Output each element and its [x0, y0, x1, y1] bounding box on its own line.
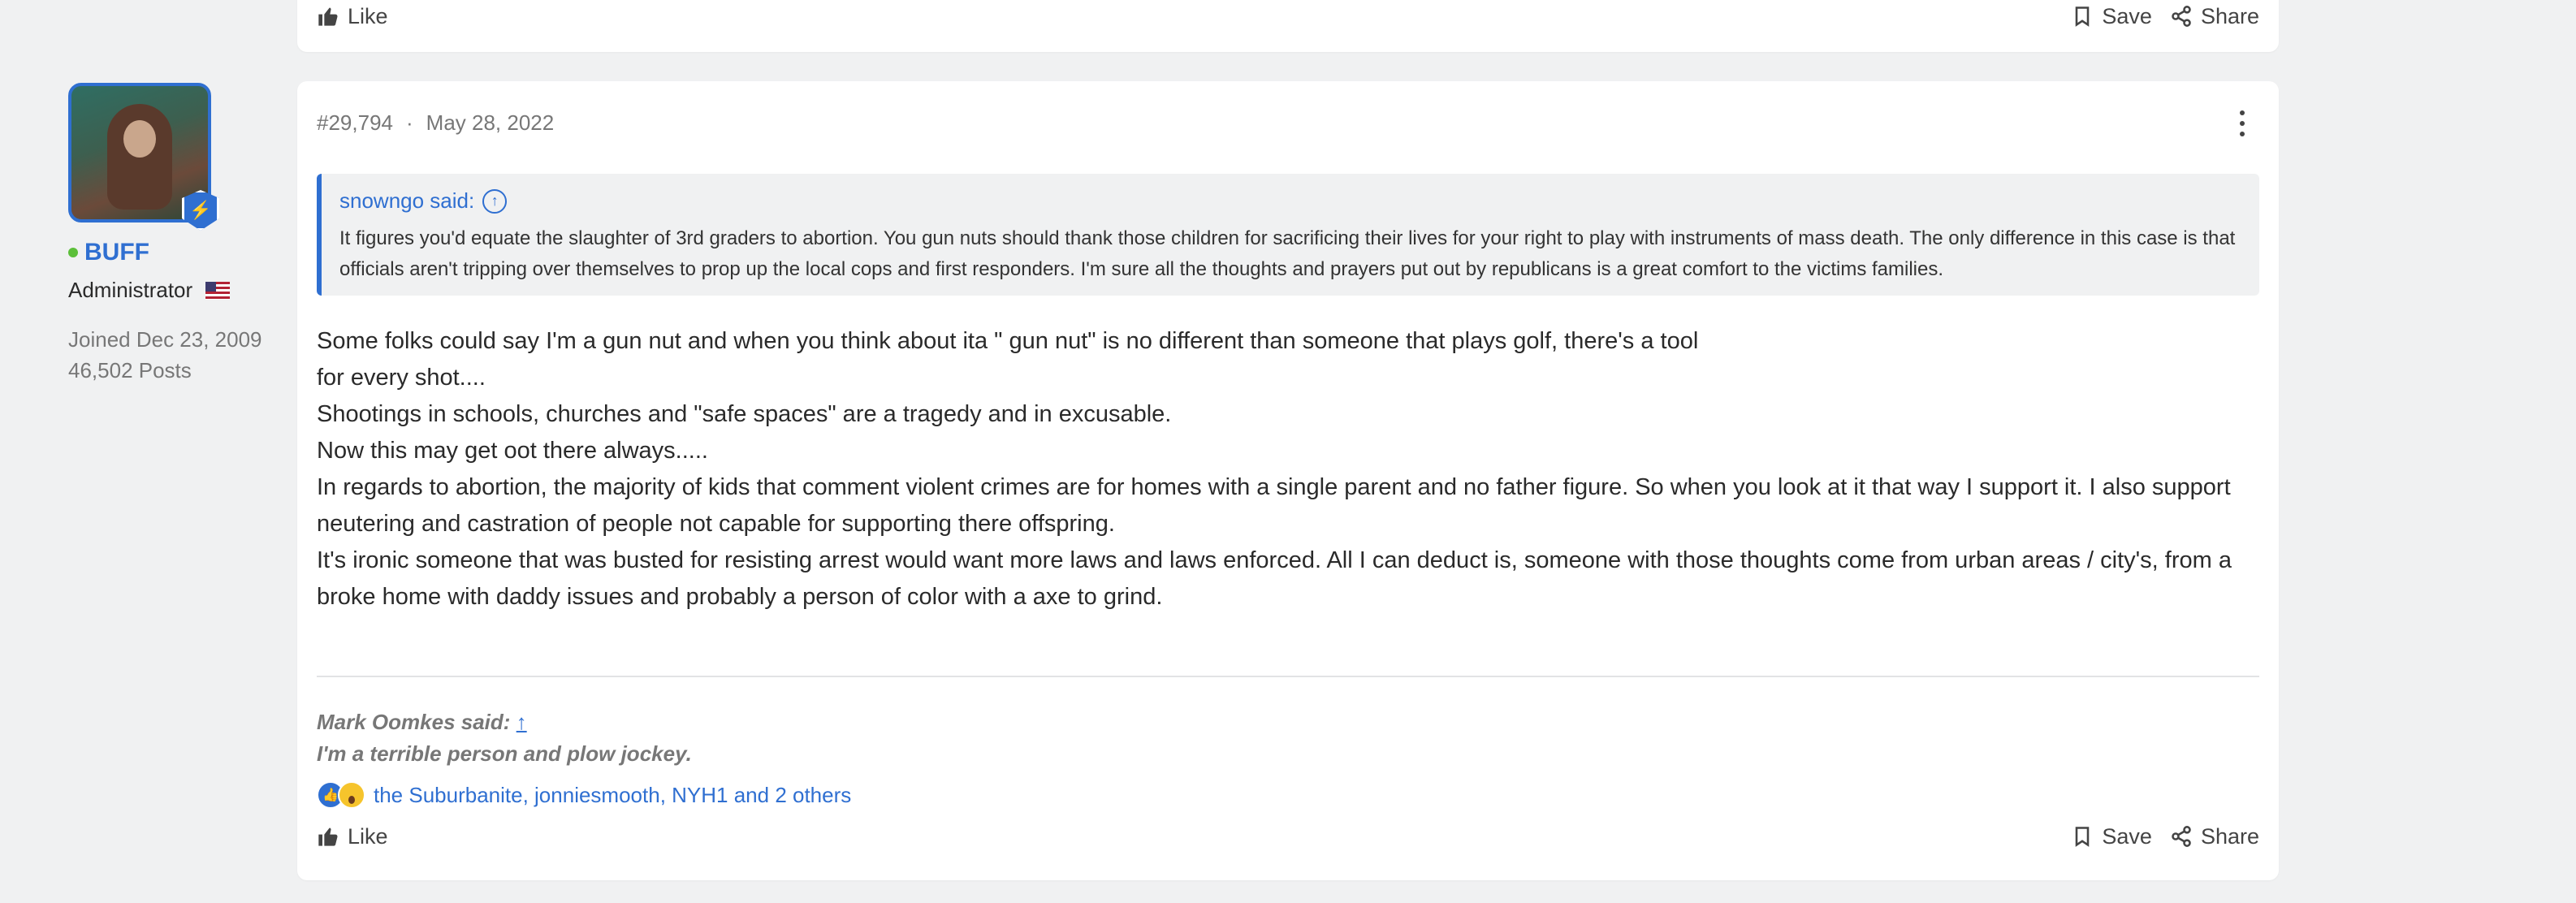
like-label: Like: [348, 3, 388, 28]
save-label: Save: [2102, 823, 2152, 849]
share-icon: [2172, 826, 2191, 847]
body-line: for every shot....: [317, 365, 486, 391]
quote-block: snowngo said: ↑ It figures you'd equate …: [317, 174, 2259, 296]
post-card: #29,794 · May 28, 2022 snowngo said: ↑ I…: [297, 81, 2279, 880]
body-line: It's ironic someone that was busted for …: [317, 547, 2232, 610]
jump-to-quote-icon[interactable]: ↑: [482, 188, 508, 214]
body-line: Shootings in schools, churches and "safe…: [317, 401, 1172, 427]
thumbs-up-icon: [318, 827, 338, 846]
wow-reaction-icon: [338, 781, 365, 809]
like-button[interactable]: Like: [317, 824, 388, 849]
quote-author-label: snowngo said:: [339, 188, 475, 213]
online-indicator: [68, 248, 78, 257]
signature-link[interactable]: ↑: [516, 710, 527, 734]
post-number[interactable]: #29,794: [317, 110, 393, 136]
signature: Mark Oomkes said: ↑ I'm a terrible perso…: [317, 706, 692, 770]
quote-text: It figures you'd equate the slaughter of…: [339, 227, 2236, 280]
more-options-icon[interactable]: [2240, 110, 2246, 136]
post-actions: Like Save Share: [317, 820, 2259, 853]
share-label: Share: [2200, 3, 2259, 28]
staff-badge-icon: ⚡: [182, 190, 219, 231]
like-button[interactable]: Like: [317, 4, 388, 29]
signature-author: Mark Oomkes said:: [317, 710, 511, 734]
signature-divider: [317, 676, 2259, 677]
user-role: Administrator: [68, 278, 193, 302]
previous-post-card: Like Save Share: [297, 0, 2279, 52]
bookmark-icon: [2076, 6, 2090, 27]
us-flag-icon: [205, 281, 231, 300]
body-line: Some folks could say I'm a gun nut and w…: [317, 328, 1699, 354]
reactions-bar[interactable]: 👍 the Suburbanite, jonniesmooth, NYH1 an…: [317, 781, 851, 809]
username-link[interactable]: BUFF: [84, 239, 149, 266]
quote-author[interactable]: snowngo said: ↑: [339, 188, 2241, 214]
join-date: Joined Dec 23, 2009: [68, 327, 262, 352]
post-body: Some folks could say I'm a gun nut and w…: [317, 323, 2259, 616]
post-actions: Like Save Share: [317, 0, 2259, 32]
avatar[interactable]: ⚡: [68, 83, 219, 231]
share-button[interactable]: Share: [2170, 4, 2259, 29]
reaction-users[interactable]: the Suburbanite, jonniesmooth, NYH1 and …: [374, 783, 851, 808]
signature-text: I'm a terrible person and plow jockey.: [317, 741, 692, 766]
thumbs-up-icon: [318, 7, 338, 26]
save-button[interactable]: Save: [2071, 824, 2152, 849]
body-line: In regards to abortion, the majority of …: [317, 474, 2231, 537]
post-date[interactable]: May 28, 2022: [426, 110, 555, 136]
share-button[interactable]: Share: [2170, 824, 2259, 849]
post-count: 46,502 Posts: [68, 358, 192, 382]
like-label: Like: [348, 823, 388, 849]
body-line: Now this may get oot there always.....: [317, 438, 708, 464]
save-button[interactable]: Save: [2071, 4, 2152, 29]
save-label: Save: [2102, 3, 2152, 28]
share-label: Share: [2200, 823, 2259, 849]
separator: ·: [405, 110, 413, 135]
post-author: ⚡ BUFF Administrator Joined Dec 23, 2009…: [68, 83, 304, 386]
post-header: #29,794 · May 28, 2022: [317, 110, 554, 136]
bookmark-icon: [2076, 827, 2090, 847]
share-icon: [2172, 6, 2191, 27]
